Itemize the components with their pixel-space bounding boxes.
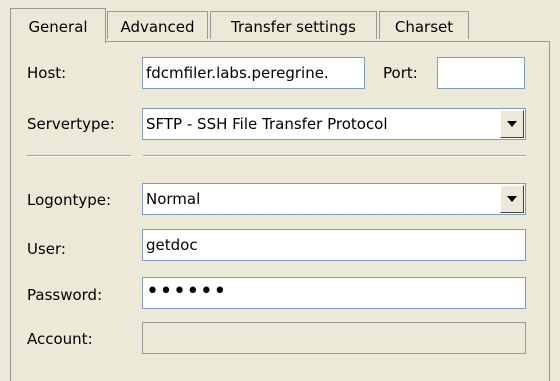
host-input[interactable]: fdcmfiler.labs.peregrine. [142, 57, 365, 89]
tab-advanced[interactable]: Advanced [107, 11, 208, 39]
port-label: Port: [383, 64, 418, 82]
tab-charset[interactable]: Charset [379, 11, 469, 39]
tab-advanced-label: Advanced [120, 17, 195, 36]
host-label: Host: [27, 64, 67, 82]
user-label: User: [27, 240, 66, 258]
tab-general-label: General [28, 18, 88, 36]
separator-left [27, 155, 131, 157]
tab-charset-label: Charset [394, 17, 454, 36]
chevron-down-icon [507, 196, 517, 202]
logontype-label: Logontype: [27, 191, 112, 209]
port-input[interactable] [437, 57, 525, 89]
servertype-dropdown-button[interactable] [500, 110, 524, 138]
account-label: Account: [27, 330, 93, 348]
user-input[interactable]: getdoc [142, 229, 526, 261]
account-input [142, 322, 526, 354]
servertype-value: SFTP - SSH File Transfer Protocol [146, 115, 388, 133]
tab-general[interactable]: General [10, 8, 106, 43]
servertype-label: Servertype: [27, 115, 115, 133]
chevron-down-icon [507, 121, 517, 127]
password-label: Password: [27, 286, 103, 304]
password-input[interactable]: •••••• [142, 277, 526, 309]
logontype-dropdown-button[interactable] [500, 185, 524, 213]
logontype-select[interactable]: Normal [142, 183, 526, 215]
tab-transfer-settings[interactable]: Transfer settings [210, 11, 377, 39]
servertype-select[interactable]: SFTP - SSH File Transfer Protocol [142, 108, 526, 140]
separator-right [143, 155, 526, 157]
tab-transfer-settings-label: Transfer settings [231, 17, 356, 36]
logontype-value: Normal [146, 190, 201, 208]
